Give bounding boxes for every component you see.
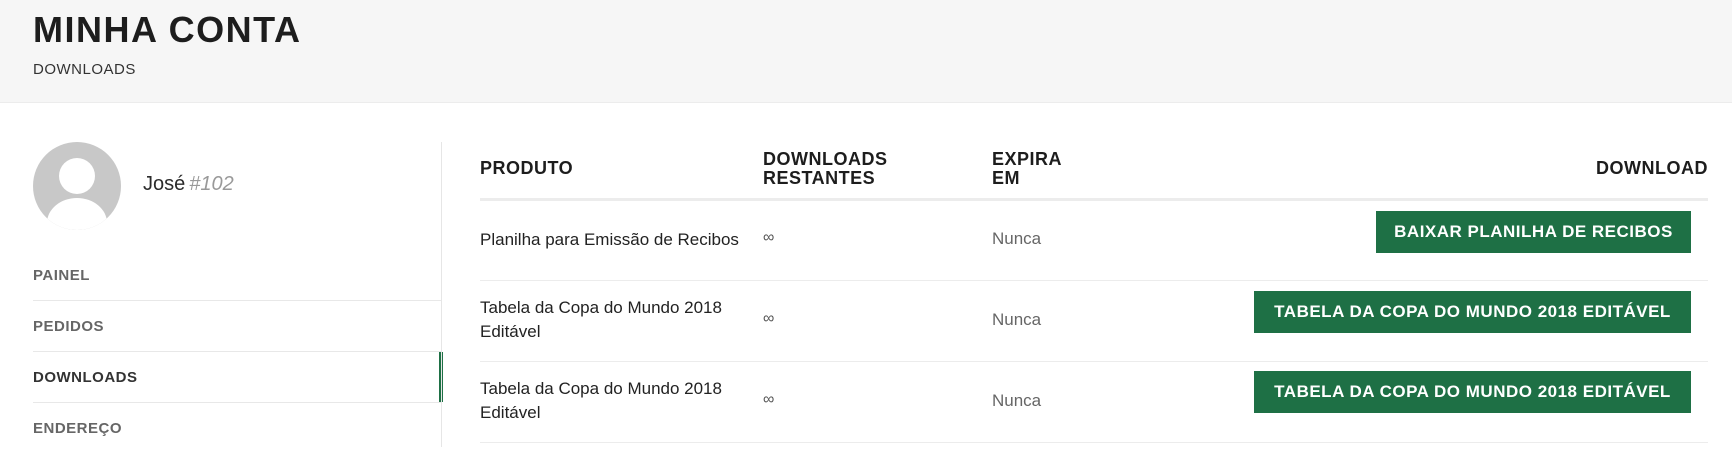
table-row: Planilha para Emissão de Recibos ∞ Nunca…	[480, 201, 1708, 281]
downloads-remaining: ∞	[763, 310, 775, 327]
column-header-remaining: DOWNLOADS RESTANTES	[763, 150, 888, 188]
download-button[interactable]: BAIXAR PLANILHA DE RECIBOS	[1376, 211, 1691, 253]
nav-item-downloads[interactable]: DOWNLOADS	[33, 352, 443, 403]
product-name: Planilha para Emissão de Recibos	[480, 230, 739, 249]
account-sidebar: José #102 PAINEL PEDIDOS DOWNLOADS ENDERE…	[33, 142, 443, 447]
column-header-expires-line2: EM	[992, 168, 1020, 188]
downloads-table: PRODUTO DOWNLOADS RESTANTES EXPIRA EM DO…	[480, 142, 1708, 443]
nav-item-endereco[interactable]: ENDEREÇO	[33, 403, 442, 454]
column-header-remaining-line1: DOWNLOADS	[763, 149, 888, 169]
expires-value: Nunca	[992, 310, 1042, 329]
expires-value: Nunca	[992, 229, 1042, 248]
user-display-name: José	[143, 173, 186, 195]
account-nav: PAINEL PEDIDOS DOWNLOADS ENDEREÇO	[33, 250, 443, 454]
user-id: #102	[189, 173, 234, 195]
breadcrumb: DOWNLOADS	[33, 61, 136, 78]
nav-item-painel[interactable]: PAINEL	[33, 250, 442, 301]
product-name: Tabela da Copa do Mundo 2018 Editável	[480, 379, 722, 422]
page-title: MINHA CONTA	[33, 9, 302, 50]
sidebar-divider	[441, 142, 442, 447]
table-header: PRODUTO DOWNLOADS RESTANTES EXPIRA EM DO…	[480, 142, 1708, 201]
download-button[interactable]: TABELA DA COPA DO MUNDO 2018 EDITÁVEL	[1254, 371, 1691, 413]
column-header-remaining-line2: RESTANTES	[763, 168, 876, 188]
downloads-remaining: ∞	[763, 229, 775, 246]
download-button[interactable]: TABELA DA COPA DO MUNDO 2018 EDITÁVEL	[1254, 291, 1691, 333]
product-name: Tabela da Copa do Mundo 2018 Editável	[480, 298, 722, 341]
expires-value: Nunca	[992, 391, 1042, 410]
table-row: Tabela da Copa do Mundo 2018 Editável ∞ …	[480, 281, 1708, 362]
column-header-product: PRODUTO	[480, 158, 574, 178]
column-header-download: DOWNLOAD	[1596, 158, 1708, 178]
avatar	[33, 142, 121, 230]
nav-item-pedidos[interactable]: PEDIDOS	[33, 301, 442, 352]
column-header-expires: EXPIRA EM	[992, 150, 1062, 188]
page-header: MINHA CONTA DOWNLOADS	[0, 0, 1732, 103]
table-row: Tabela da Copa do Mundo 2018 Editável ∞ …	[480, 362, 1708, 443]
downloads-remaining: ∞	[763, 391, 775, 408]
user-name: José #102	[143, 171, 234, 197]
column-header-expires-line1: EXPIRA	[992, 149, 1063, 169]
